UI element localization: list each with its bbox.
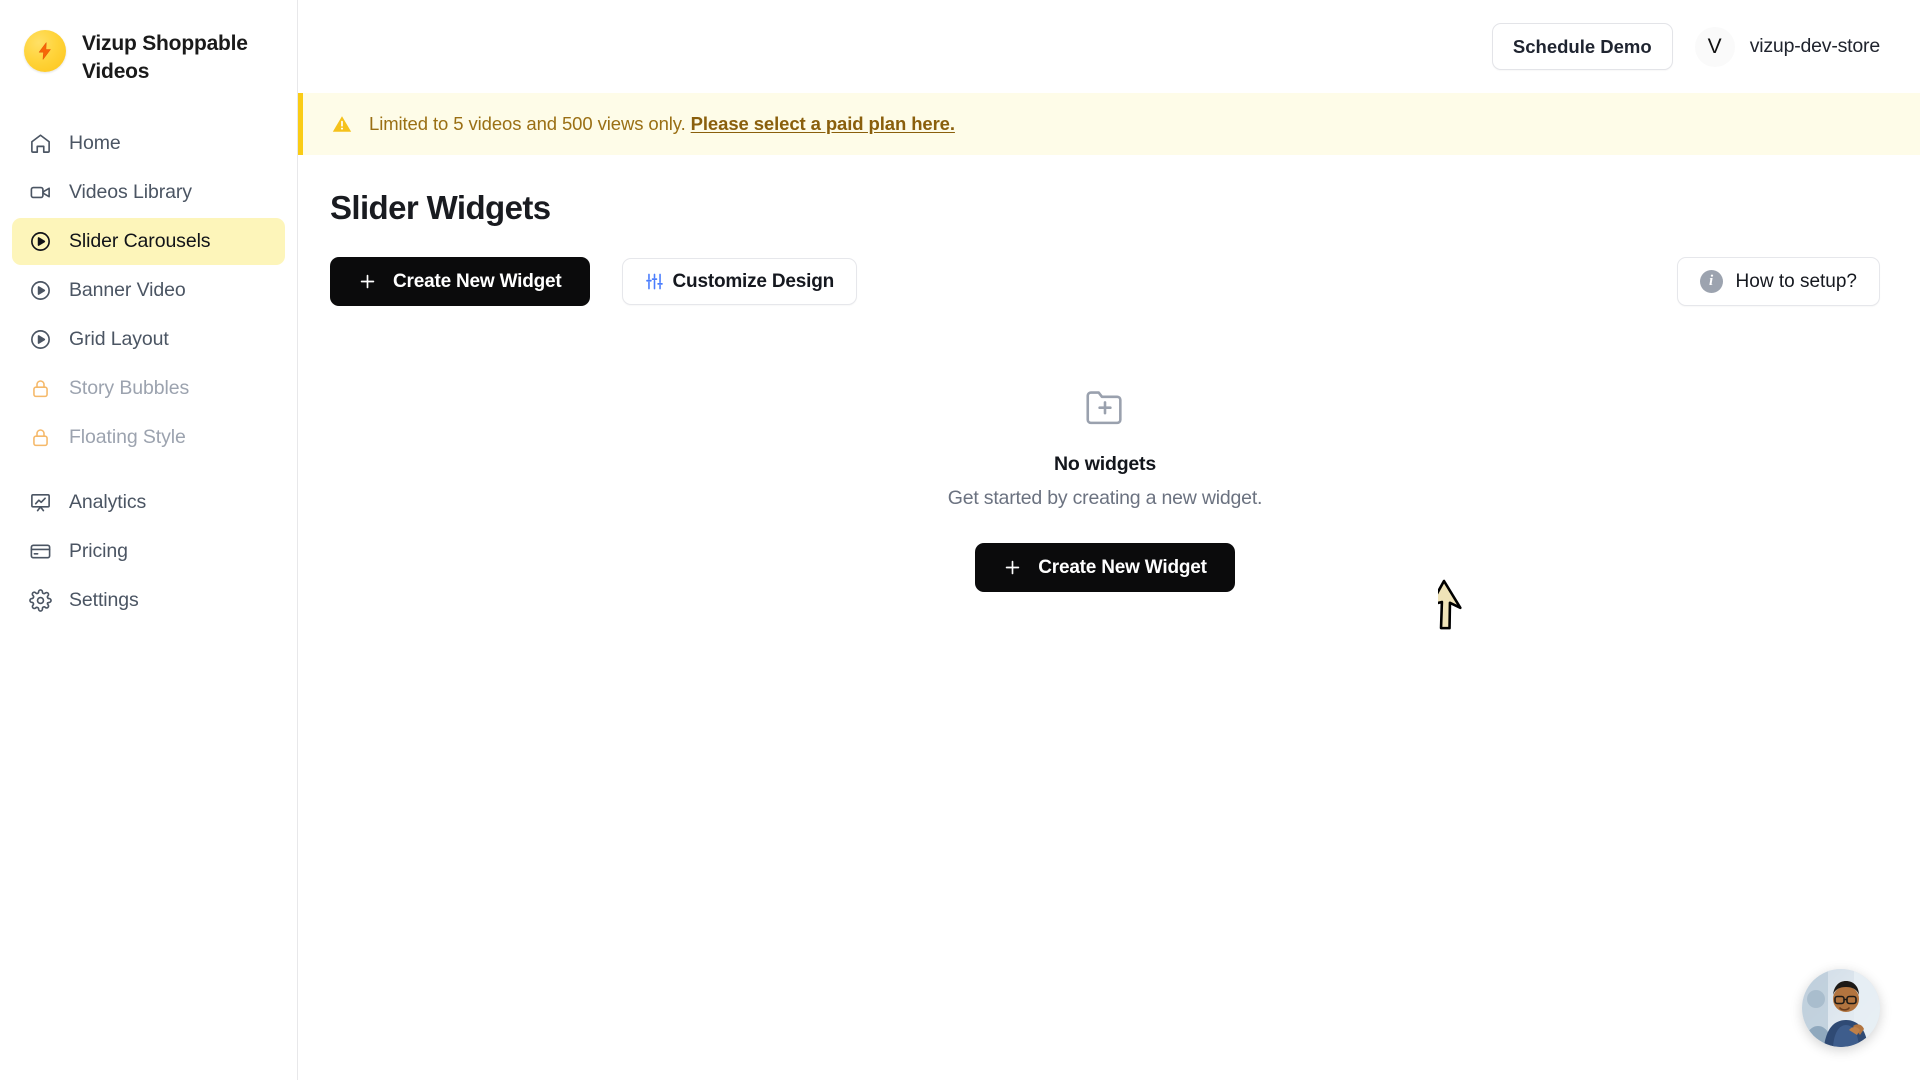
how-to-setup-label: How to setup? [1735, 270, 1857, 292]
app-root: Vizup Shoppable Videos Home Videos Libra… [0, 0, 1920, 1080]
video-camera-icon [28, 180, 53, 205]
how-to-setup-button[interactable]: i How to setup? [1676, 257, 1880, 306]
banner-message: Limited to 5 videos and 500 views only. … [369, 113, 955, 135]
sliders-icon [645, 272, 664, 291]
content-area: Slider Widgets Create New Widget Customi… [298, 155, 1920, 1080]
sidebar-item-label: Slider Carousels [69, 229, 211, 252]
empty-create-new-widget-button[interactable]: Create New Widget [975, 543, 1235, 592]
page-title: Slider Widgets [330, 189, 551, 226]
sidebar: Vizup Shoppable Videos Home Videos Libra… [0, 0, 298, 1080]
warning-triangle-icon [331, 113, 353, 135]
support-chat-widget-button[interactable] [1802, 969, 1880, 1047]
sidebar-item-grid-layout[interactable]: Grid Layout [12, 316, 285, 363]
sidebar-item-label: Analytics [69, 490, 147, 513]
lightning-bolt-icon [24, 30, 66, 72]
empty-state-action-wrap: Create New Widget [975, 543, 1235, 592]
plus-icon [1003, 558, 1022, 577]
paid-plan-link[interactable]: Please select a paid plan here. [691, 113, 955, 134]
sidebar-item-banner-video[interactable]: Banner Video [12, 267, 285, 314]
sidebar-item-label: Home [69, 131, 121, 154]
home-icon [28, 131, 53, 156]
sidebar-item-label: Story Bubbles [69, 376, 190, 399]
create-new-widget-label: Create New Widget [393, 270, 562, 292]
create-new-widget-button[interactable]: Create New Widget [330, 257, 590, 306]
sidebar-item-slider-carousels[interactable]: Slider Carousels [12, 217, 285, 265]
action-toolbar: Create New Widget Customize Design i How… [330, 257, 1880, 306]
sidebar-item-story-bubbles[interactable]: Story Bubbles [12, 365, 285, 412]
banner-message-text: Limited to 5 videos and 500 views only. [369, 113, 686, 134]
top-bar: Schedule Demo V vizup-dev-store [298, 0, 1920, 93]
nav-divider-space [12, 463, 285, 479]
empty-state-title: No widgets [1053, 453, 1156, 475]
sidebar-item-label: Floating Style [69, 425, 186, 448]
folder-plus-icon [1082, 383, 1128, 429]
sidebar-item-label: Banner Video [69, 278, 186, 301]
customize-design-label: Customize Design [672, 270, 835, 292]
credit-card-icon [28, 539, 53, 564]
sidebar-item-pricing[interactable]: Pricing [12, 528, 285, 575]
play-circle-icon [28, 327, 53, 352]
sidebar-item-home[interactable]: Home [12, 120, 285, 167]
sidebar-item-label: Settings [69, 588, 139, 611]
empty-create-new-widget-label: Create New Widget [1038, 556, 1207, 578]
gear-icon [28, 588, 53, 613]
sidebar-item-label: Pricing [69, 539, 128, 562]
main-area: Schedule Demo V vizup-dev-store Limited … [298, 0, 1920, 1080]
empty-state: No widgets Get started by creating a new… [330, 383, 1880, 592]
info-circle-icon: i [1699, 270, 1723, 293]
sidebar-item-analytics[interactable]: Analytics [12, 479, 285, 526]
store-name: vizup-dev-store [1749, 35, 1881, 57]
schedule-demo-button[interactable]: Schedule Demo [1491, 23, 1673, 70]
lock-icon [28, 376, 53, 401]
analytics-board-icon [28, 490, 53, 515]
store-account[interactable]: V vizup-dev-store [1694, 26, 1881, 67]
sidebar-item-label: Grid Layout [69, 327, 169, 350]
brand-name: Vizup Shoppable Videos [82, 32, 248, 83]
play-circle-icon [28, 229, 53, 254]
sidebar-item-videos-library[interactable]: Videos Library [12, 169, 285, 216]
customize-design-button[interactable]: Customize Design [621, 258, 858, 305]
lock-icon [28, 425, 53, 450]
avatar: V [1694, 26, 1735, 67]
sidebar-nav: Home Videos Library Slider Carousels Ban… [0, 120, 297, 624]
play-circle-icon [28, 278, 53, 303]
empty-state-subtitle: Get started by creating a new widget. [947, 487, 1263, 509]
sidebar-item-floating-style[interactable]: Floating Style [12, 414, 285, 461]
sidebar-item-label: Videos Library [69, 180, 192, 203]
sidebar-item-settings[interactable]: Settings [12, 577, 285, 624]
support-agent-avatar [1802, 969, 1880, 1047]
plus-icon [358, 272, 377, 291]
plan-limit-banner: Limited to 5 videos and 500 views only. … [298, 93, 1920, 155]
brand: Vizup Shoppable Videos [0, 30, 297, 86]
